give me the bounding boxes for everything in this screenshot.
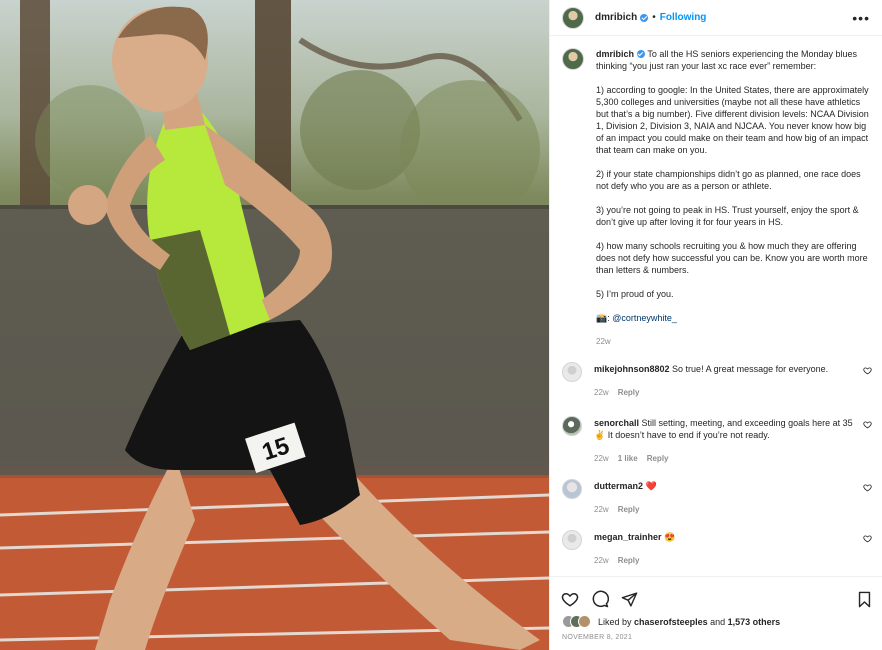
comments-scroll-area[interactable]: dmribich To all the HS seniors experienc… <box>550 48 882 575</box>
caption-username[interactable]: dmribich <box>596 49 634 59</box>
reply-button[interactable]: Reply <box>618 388 640 397</box>
comment-text: 😍 <box>664 532 676 542</box>
reply-button[interactable]: Reply <box>618 505 640 514</box>
caption-credit: 📸: @cortneywhite_ <box>596 313 677 323</box>
caption-intro-paragraph: dmribich To all the HS seniors experienc… <box>596 48 870 72</box>
like-comment-heart-icon[interactable] <box>863 534 872 543</box>
header-separator: • <box>652 12 656 23</box>
instagram-post-viewer: 15 dmribich • Following ••• dmribich To … <box>0 0 882 650</box>
comment-body: mikejohnson8802 So true! A great message… <box>594 362 854 399</box>
comment-item: dutterman2 ❤️ 22w Reply <box>550 479 882 516</box>
comment-body: dutterman2 ❤️ 22w Reply <box>594 479 854 516</box>
caption-point: 4) how many schools recruiting you & how… <box>596 241 868 275</box>
likes-summary: Liked by chaserofsteeples and 1,573 othe… <box>550 611 882 628</box>
comment-text: ❤️ <box>645 481 657 491</box>
caption-point: 3) you’re not going to peak in HS. Trust… <box>596 205 859 227</box>
runner-illustration: 15 <box>0 0 549 650</box>
comment-item: mikejohnson8802 So true! A great message… <box>550 362 882 399</box>
comment-meta: 22w Reply <box>594 504 854 516</box>
action-icons <box>550 577 882 611</box>
comment-body: senorchall Still setting, meeting, and e… <box>594 416 854 465</box>
commenter-avatar[interactable] <box>562 479 582 499</box>
comment-meta: 22w 1 like Reply <box>594 453 854 465</box>
comment-item: megan_trainher 😍 22w Reply <box>550 530 882 567</box>
commenter-avatar[interactable] <box>562 416 582 436</box>
camera-emoji-icon: 📸 <box>596 313 608 323</box>
credit-mention-link[interactable]: @cortneywhite_ <box>612 313 677 323</box>
like-comment-heart-icon[interactable] <box>863 483 872 492</box>
comment-username[interactable]: megan_trainher <box>594 532 662 542</box>
caption-meta: 22w <box>596 336 870 348</box>
comment-text: So true! A great message for everyone. <box>672 364 829 374</box>
comment-age[interactable]: 22w <box>594 556 609 565</box>
like-heart-icon[interactable] <box>561 590 579 608</box>
reply-button[interactable]: Reply <box>618 556 640 565</box>
verified-badge-icon <box>637 50 646 58</box>
caption: dmribich To all the HS seniors experienc… <box>550 48 882 348</box>
liked-by-user-link[interactable]: chaserofsteeples <box>634 617 708 627</box>
commenter-avatar[interactable] <box>562 530 582 550</box>
caption-avatar[interactable] <box>562 48 584 70</box>
post-date[interactable]: NOVEMBER 8, 2021 <box>550 628 882 641</box>
following-button[interactable]: Following <box>660 12 707 23</box>
like-comment-heart-icon[interactable] <box>863 420 872 429</box>
author-username[interactable]: dmribich <box>595 12 637 23</box>
liker-avatars[interactable] <box>562 615 591 628</box>
comment-username[interactable]: mikejohnson8802 <box>594 364 670 374</box>
comment-body: megan_trainher 😍 22w Reply <box>594 530 854 567</box>
save-bookmark-icon[interactable] <box>857 591 872 608</box>
caption-intro: To all the HS seniors experiencing the M… <box>596 49 857 71</box>
liker-avatar <box>578 615 591 628</box>
caption-point: 5) I’m proud of you. <box>596 289 674 299</box>
comment-like-count[interactable]: 1 like <box>618 454 638 463</box>
comment-bubble-icon[interactable] <box>591 590 609 608</box>
post-actions: Liked by chaserofsteeples and 1,573 othe… <box>550 576 882 641</box>
caption-point: 2) if your state championships didn’t go… <box>596 169 861 191</box>
caption-body: dmribich To all the HS seniors experienc… <box>596 48 870 348</box>
commenter-avatar[interactable] <box>562 362 582 382</box>
liked-by-others-link[interactable]: 1,573 others <box>728 617 781 627</box>
caption-age[interactable]: 22w <box>596 337 611 346</box>
caption-point: 1) according to google: In the United St… <box>596 85 869 155</box>
comment-age[interactable]: 22w <box>594 388 609 397</box>
reply-button[interactable]: Reply <box>647 454 669 463</box>
comment-age[interactable]: 22w <box>594 454 609 463</box>
share-paper-plane-icon[interactable] <box>621 591 638 608</box>
more-options-icon[interactable]: ••• <box>852 11 870 25</box>
comment-meta: 22w Reply <box>594 387 854 399</box>
comment-username[interactable]: senorchall <box>594 418 639 428</box>
comment-age[interactable]: 22w <box>594 505 609 514</box>
comment-item: senorchall Still setting, meeting, and e… <box>550 416 882 465</box>
verified-badge-icon <box>640 13 649 22</box>
like-comment-heart-icon[interactable] <box>863 366 872 375</box>
post-photo[interactable]: 15 <box>0 0 549 650</box>
liked-by-prefix: Liked by <box>598 616 632 627</box>
post-header: dmribich • Following ••• <box>550 0 882 36</box>
liked-by-and: and <box>710 616 726 627</box>
post-side-panel: dmribich • Following ••• dmribich To all… <box>549 0 882 650</box>
comment-username[interactable]: dutterman2 <box>594 481 643 491</box>
author-avatar[interactable] <box>562 6 584 29</box>
comment-meta: 22w Reply <box>594 555 854 567</box>
